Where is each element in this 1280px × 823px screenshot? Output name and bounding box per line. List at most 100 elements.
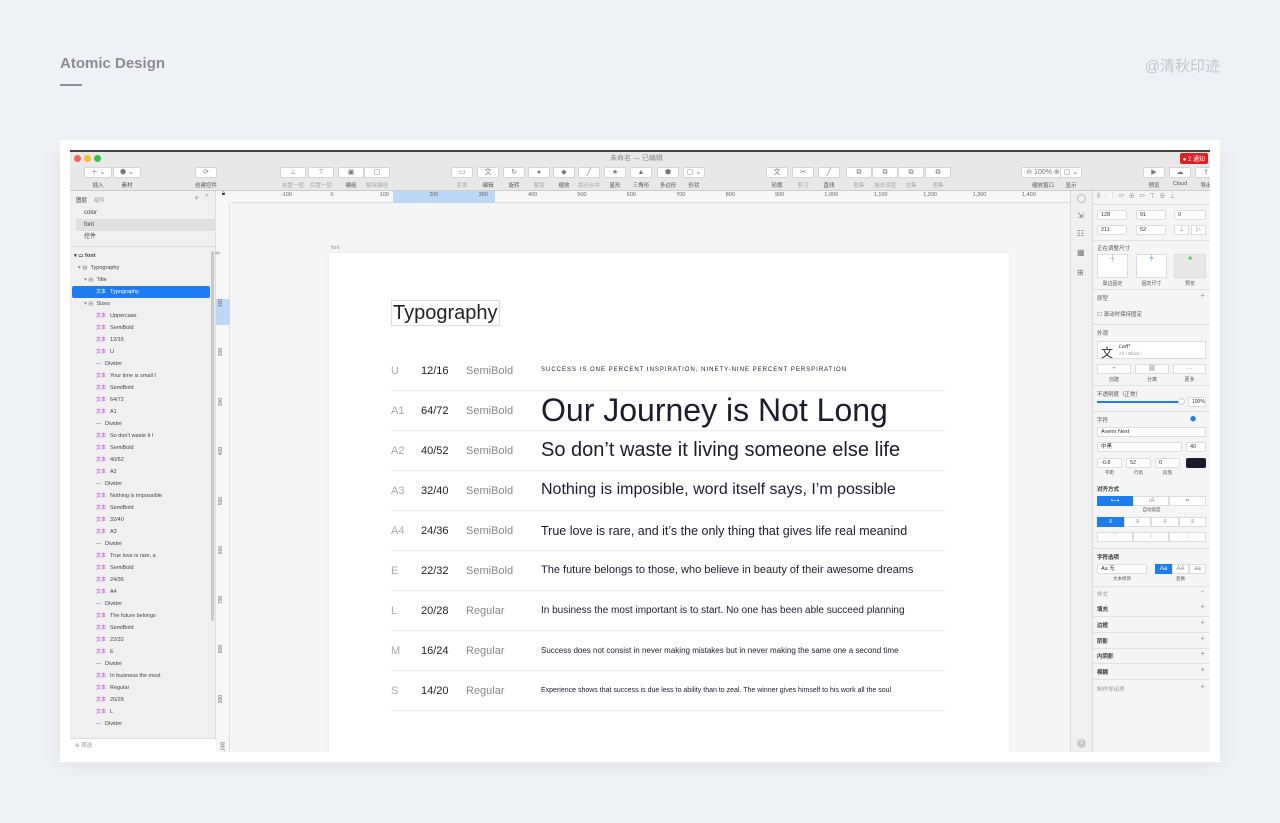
toolbar-button[interactable]: ╱	[818, 167, 840, 178]
align-top-button[interactable]: ⊤	[1097, 532, 1133, 542]
y-field[interactable]: 91	[1136, 210, 1166, 220]
layer-item[interactable]: — Divider	[72, 418, 210, 430]
font-weight-select[interactable]: 中黑	[1097, 442, 1182, 452]
layer-item[interactable]: 文本 SemiBold	[72, 562, 210, 574]
toolbar-button[interactable]: ☁	[1169, 167, 1191, 178]
layer-item[interactable]: 文本 Uppercase	[72, 310, 210, 322]
canvas[interactable]: font Typography U 12/16 SemiBold SUCCESS IS…	[231, 203, 1070, 752]
page-item-controls[interactable]: 控件	[76, 231, 216, 243]
style-property-4[interactable]: 模糊	[1097, 668, 1108, 676]
row-weight[interactable]: SemiBold	[466, 565, 513, 577]
row-weight[interactable]: Regular	[466, 645, 505, 657]
flip-horizontal-button[interactable]: ⊥	[1174, 225, 1189, 235]
toolbar-button[interactable]: ⬟	[657, 167, 679, 178]
vertical-ruler[interactable]: 0 100 200 300 400 500 600 700 800 900 1,000	[215, 203, 230, 752]
add-property-button[interactable]: +	[1200, 618, 1205, 627]
layer-item[interactable]: 文本 Regular	[72, 682, 210, 694]
height-field[interactable]: 52	[1136, 225, 1166, 235]
row-size[interactable]: 32/40	[421, 485, 449, 497]
more-style-button[interactable]: ···	[1173, 364, 1206, 374]
typography-title-text[interactable]: Typography	[391, 300, 500, 326]
row-sample[interactable]: Success does not consist in never making…	[541, 646, 899, 655]
justify-button[interactable]: ≡	[1179, 517, 1206, 527]
layer-item[interactable]: 文本 The future belongs	[72, 610, 210, 622]
add-prototype-button[interactable]: +	[1200, 291, 1205, 300]
layer-item[interactable]: 文本 SemiBold	[72, 322, 210, 334]
layer-item[interactable]: 文本 Typography	[72, 286, 210, 298]
font-size-select[interactable]: 40	[1186, 442, 1206, 452]
row-sample[interactable]: Our Journey is Not Long	[541, 392, 888, 429]
row-size[interactable]: 22/32	[421, 565, 449, 577]
artboard-label[interactable]: font	[331, 245, 339, 251]
toolbar-button[interactable]: ⧉	[846, 167, 872, 178]
layer-item[interactable]: 文本 U	[72, 346, 210, 358]
transform-none-button[interactable]: Aa	[1155, 564, 1172, 574]
fix-size-button[interactable]: ┿	[1136, 254, 1167, 278]
toolbar-button[interactable]: ▢	[364, 167, 390, 178]
paragraph-spacing-field[interactable]: 0	[1155, 458, 1180, 468]
style-property-1[interactable]: 边框	[1097, 621, 1108, 629]
artboard[interactable]: Typography U 12/16 SemiBold SUCCESS IS ONE …	[329, 253, 1009, 752]
align-left-button[interactable]: ≡	[1097, 517, 1124, 527]
layer-item[interactable]: 文本 A3	[72, 526, 210, 538]
row-code[interactable]: A4	[391, 525, 404, 537]
row-code[interactable]: M	[391, 645, 400, 657]
row-sample[interactable]: True love is rare, and it’s the only thi…	[541, 524, 907, 538]
row-code[interactable]: A1	[391, 405, 404, 417]
transform-upper-button[interactable]: AA	[1172, 564, 1189, 574]
layer-item[interactable]: 文本 64/72	[72, 394, 210, 406]
layer-item[interactable]: 文本 A4	[72, 586, 210, 598]
layer-item[interactable]: 文本 SemiBold	[72, 382, 210, 394]
text-color-swatch[interactable]	[1186, 458, 1206, 468]
toolbar-button[interactable]: ▶	[1143, 167, 1165, 178]
layer-item[interactable]: ▾ ▤ Title	[72, 274, 210, 286]
detach-style-button[interactable]: ⛓	[1135, 364, 1169, 374]
layer-item[interactable]: 文本 SemiBold	[72, 502, 210, 514]
opacity-slider[interactable]	[1097, 401, 1182, 403]
opacity-field[interactable]: 100%	[1188, 397, 1206, 407]
layer-item[interactable]: ▾ ▤ Typography	[72, 262, 210, 274]
font-family-select[interactable]: Avenir Next	[1097, 427, 1206, 437]
toolbar-button[interactable]: ⬢ ⌄	[113, 167, 141, 178]
row-size[interactable]: 64/72	[421, 405, 449, 417]
toolbar-button[interactable]: 文	[766, 167, 788, 178]
toolbar-button[interactable]: ▭	[451, 167, 473, 178]
layer-item[interactable]: 文本 SemiBold	[72, 622, 210, 634]
toolbar-button[interactable]: ★	[604, 167, 626, 178]
row-sample[interactable]: The future belongs to those, who believe…	[541, 564, 913, 576]
tab-components[interactable]: 组件	[94, 196, 105, 204]
toolbar-button[interactable]: ╱	[578, 167, 600, 178]
close-window-button[interactable]	[74, 155, 81, 162]
lock-guides-icon[interactable]: 🔒︎	[216, 191, 231, 203]
x-field[interactable]: 128	[1097, 210, 1127, 220]
grid-icon[interactable]: ▦	[1077, 248, 1085, 257]
filter-input[interactable]: ⊛ 筛选	[70, 738, 216, 752]
width-field[interactable]: 211	[1097, 225, 1127, 235]
toolbar-button[interactable]: ◆	[553, 167, 575, 178]
row-sample[interactable]: Experience shows that success is due les…	[541, 687, 891, 694]
layer-item[interactable]: 文本 In business the most	[72, 670, 210, 682]
layer-item[interactable]: 文本 SemiBold	[72, 442, 210, 454]
layer-item[interactable]: 文本 L	[72, 706, 210, 718]
layer-item[interactable]: 文本 Nothing is impossible	[72, 490, 210, 502]
row-size[interactable]: 16/24	[421, 645, 449, 657]
letter-spacing-field[interactable]: -0.8	[1097, 458, 1122, 468]
text-settings-icon[interactable]: ⬢	[1190, 415, 1196, 423]
layer-item[interactable]: 文本 20/28	[72, 694, 210, 706]
flip-vertical-button[interactable]: ▷	[1191, 225, 1206, 235]
toolbar-button[interactable]: 文	[477, 167, 499, 178]
row-code[interactable]: S	[391, 685, 398, 697]
help-icon[interactable]: i	[1077, 739, 1086, 748]
row-weight[interactable]: Regular	[466, 685, 505, 697]
auto-width-button[interactable]: ⟷	[1097, 496, 1133, 506]
toolbar-button[interactable]: ⧉	[925, 167, 951, 178]
align-middle-button[interactable]: ⫩	[1133, 532, 1169, 542]
toolbar-button[interactable]: ▲	[630, 167, 652, 178]
row-weight[interactable]: SemiBold	[466, 485, 513, 497]
row-weight[interactable]: SemiBold	[466, 445, 513, 457]
decoration-select[interactable]: Aa 无	[1097, 564, 1147, 574]
layer-item[interactable]: — Divider	[72, 358, 210, 370]
toolbar-button[interactable]: ▣	[338, 167, 364, 178]
list-icon[interactable]: ☷	[1077, 229, 1084, 238]
add-property-button[interactable]: +	[1200, 602, 1205, 611]
